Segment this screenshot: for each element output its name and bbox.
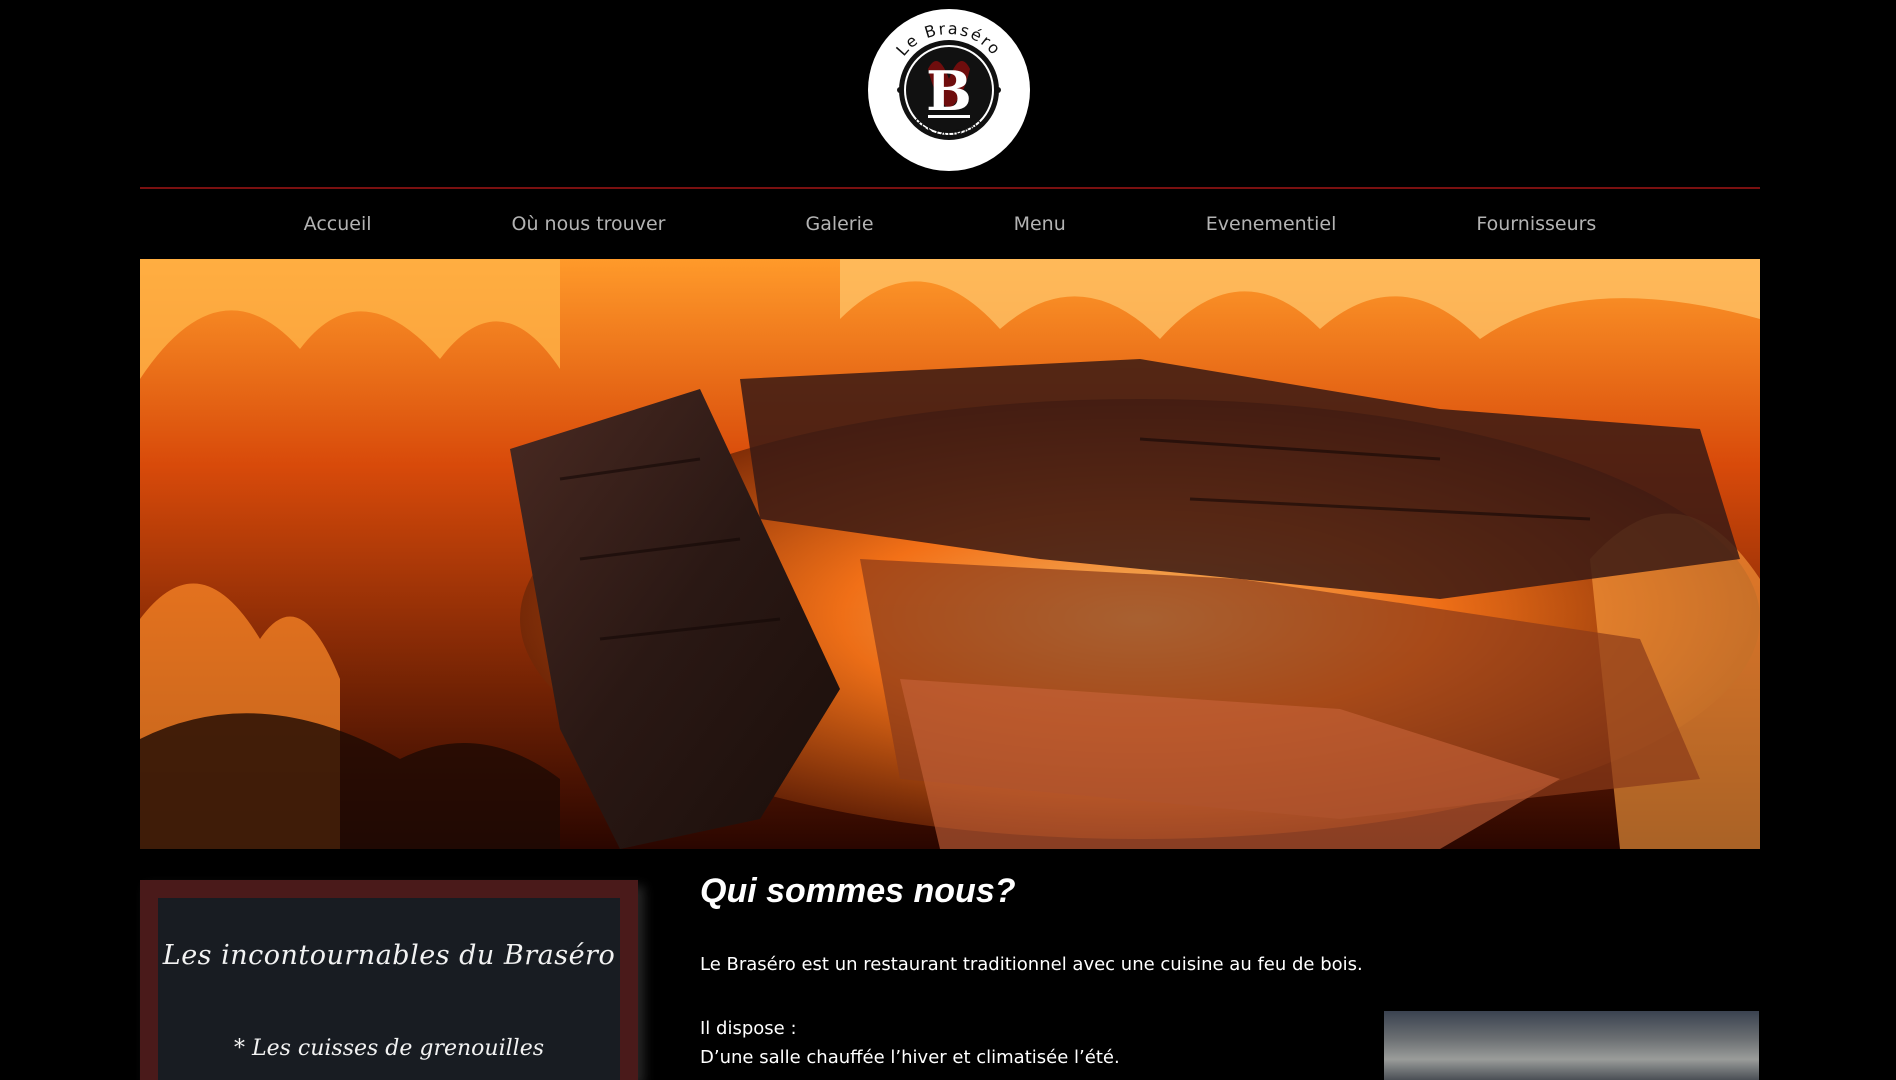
logo-letter: B <box>926 59 972 123</box>
main-nav: Accueil Où nous trouver Galerie Menu Eve… <box>140 190 1760 258</box>
features-text: Il dispose : D’une salle chauffée l’hive… <box>700 1014 1420 1072</box>
hero-fire-image <box>140 259 1760 849</box>
dispose-label: Il dispose : <box>700 1018 797 1039</box>
nav-item-menu[interactable]: Menu <box>1014 213 1066 235</box>
page-title: Qui sommes nous? <box>700 872 1016 910</box>
chalkboard-inner: Les incontournables du Braséro * Les cui… <box>158 898 620 1080</box>
header-rule <box>140 187 1760 189</box>
logo-emblem: Le Braséro RESTAURANT B <box>872 13 1026 167</box>
chalkboard-title: Les incontournables du Braséro <box>162 940 616 971</box>
logo[interactable]: Le Braséro RESTAURANT B <box>868 9 1030 171</box>
nav-item-ou-nous-trouver[interactable]: Où nous trouver <box>512 213 666 235</box>
feature-line-1: D’une salle chauffée l’hiver et climatis… <box>700 1047 1120 1068</box>
intro-text: Le Braséro est un restaurant traditionne… <box>700 954 1363 975</box>
site-header: Le Braséro RESTAURANT B <box>0 0 1896 188</box>
chalkboard-item: * Les cuisses de grenouilles <box>233 1036 545 1061</box>
nav-item-accueil[interactable]: Accueil <box>304 213 372 235</box>
main-content: Qui sommes nous? Le Braséro est un resta… <box>700 872 1760 1068</box>
chalkboard-panel: Les incontournables du Braséro * Les cui… <box>140 880 638 1080</box>
nav-item-galerie[interactable]: Galerie <box>805 213 873 235</box>
nav-item-evenementiel[interactable]: Evenementiel <box>1206 213 1337 235</box>
restaurant-photo <box>1384 1011 1759 1080</box>
nav-item-fournisseurs[interactable]: Fournisseurs <box>1476 213 1596 235</box>
